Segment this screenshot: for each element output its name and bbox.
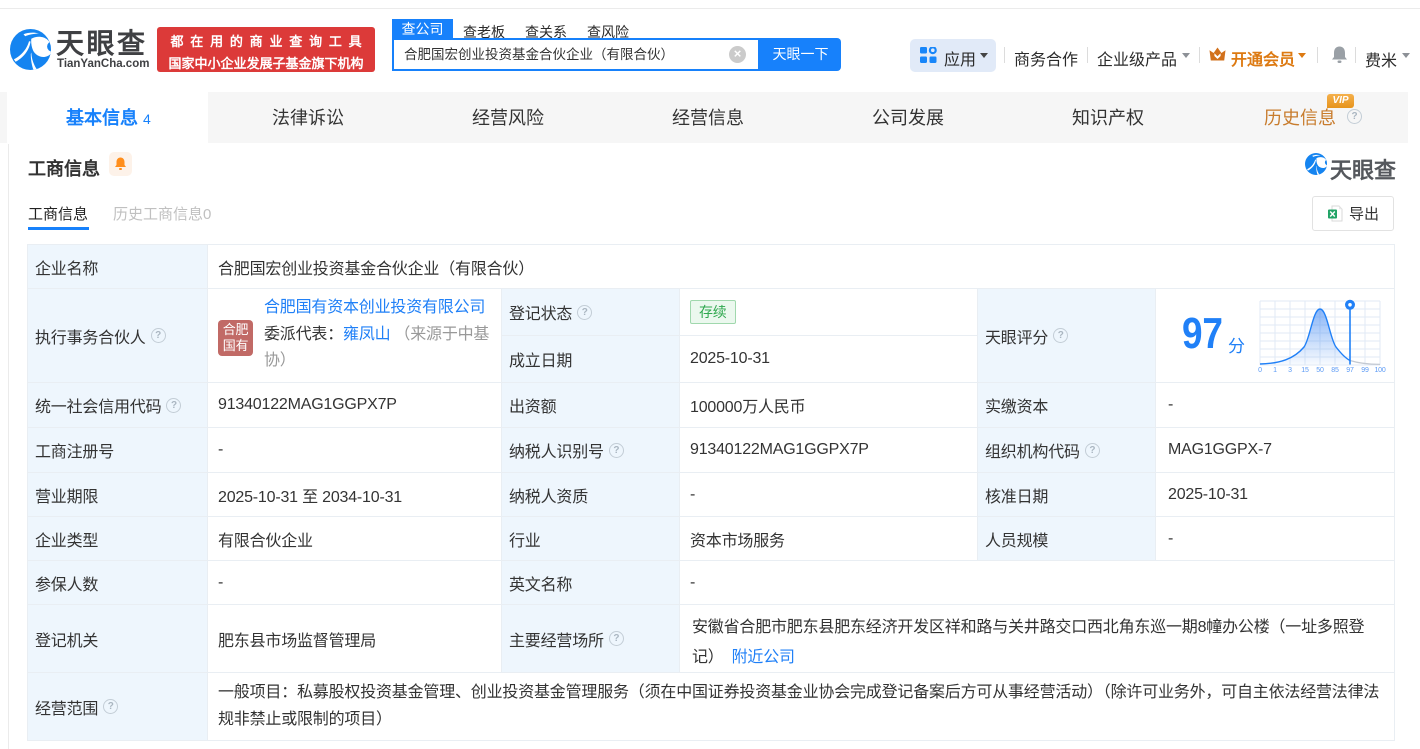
- svg-text:0: 0: [1258, 367, 1262, 374]
- svg-text:50: 50: [1316, 367, 1324, 374]
- svg-text:85: 85: [1331, 367, 1339, 374]
- svg-text:1: 1: [1273, 367, 1277, 374]
- svg-text:97: 97: [1346, 367, 1354, 374]
- svg-text:100: 100: [1374, 367, 1385, 374]
- svg-text:99: 99: [1361, 367, 1369, 374]
- svg-text:3: 3: [1288, 367, 1292, 374]
- svg-text:15: 15: [1301, 367, 1309, 374]
